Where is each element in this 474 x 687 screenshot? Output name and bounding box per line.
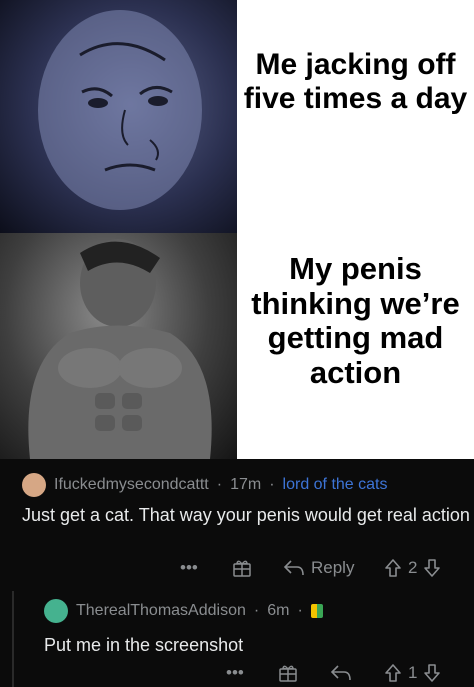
comment-actions: ••• Reply 2 bbox=[0, 553, 474, 583]
meme-image: Me jacking off five times a day My penis… bbox=[0, 0, 474, 459]
reply-actions: ••• 1 bbox=[0, 659, 474, 687]
meme-top-caption: Me jacking off five times a day bbox=[243, 48, 468, 115]
upvote-icon[interactable] bbox=[384, 663, 402, 683]
gigachad-image bbox=[0, 233, 237, 459]
more-options-button[interactable]: ••• bbox=[180, 558, 198, 578]
meme-bottom-caption: My penis thinking we’re getting mad acti… bbox=[251, 251, 460, 391]
downvote-icon[interactable] bbox=[423, 663, 441, 683]
comment-header: Ifuckedmysecondcattt · 17m · lord of the… bbox=[22, 473, 387, 497]
separator-dot: · bbox=[216, 476, 223, 493]
new-user-badge-icon bbox=[310, 604, 323, 618]
vote-score: 2 bbox=[408, 558, 418, 577]
reply-header: TherealThomasAddison · 6m · bbox=[44, 599, 323, 623]
award-icon bbox=[279, 665, 297, 682]
separator-dot: · bbox=[297, 602, 303, 619]
user-flair: lord of the cats bbox=[282, 476, 388, 493]
award-button[interactable] bbox=[232, 558, 252, 578]
more-options-button[interactable]: ••• bbox=[226, 663, 244, 683]
vote-controls: 2 bbox=[384, 558, 441, 578]
avatar[interactable] bbox=[44, 599, 68, 623]
reply-body: Put me in the screenshot bbox=[44, 635, 244, 655]
downvote-icon[interactable] bbox=[423, 558, 441, 578]
separator-dot: · bbox=[253, 602, 260, 619]
vote-score: 1 bbox=[408, 663, 418, 682]
reply-arrow-icon bbox=[330, 665, 351, 681]
award-button[interactable] bbox=[278, 663, 298, 683]
award-icon bbox=[233, 560, 251, 577]
reply-label: Reply bbox=[311, 558, 355, 577]
username[interactable]: TherealThomasAddison bbox=[76, 602, 246, 620]
avatar[interactable] bbox=[22, 473, 46, 497]
vote-controls: 1 bbox=[384, 663, 441, 683]
upvote-icon[interactable] bbox=[384, 558, 402, 578]
comment-thread: Ifuckedmysecondcattt · 17m · lord of the… bbox=[0, 459, 474, 687]
comment-time: 6m bbox=[267, 602, 290, 619]
sad-wojak-image bbox=[0, 0, 237, 233]
reply-button[interactable] bbox=[330, 664, 352, 682]
comment-time: 17m bbox=[230, 476, 262, 493]
separator-dot: · bbox=[269, 476, 275, 493]
reply-arrow-icon bbox=[283, 560, 304, 576]
comment-body: Just get a cat. That way your penis woul… bbox=[22, 505, 470, 525]
reply-button[interactable]: Reply bbox=[283, 558, 354, 578]
username[interactable]: Ifuckedmysecondcattt bbox=[54, 476, 209, 494]
